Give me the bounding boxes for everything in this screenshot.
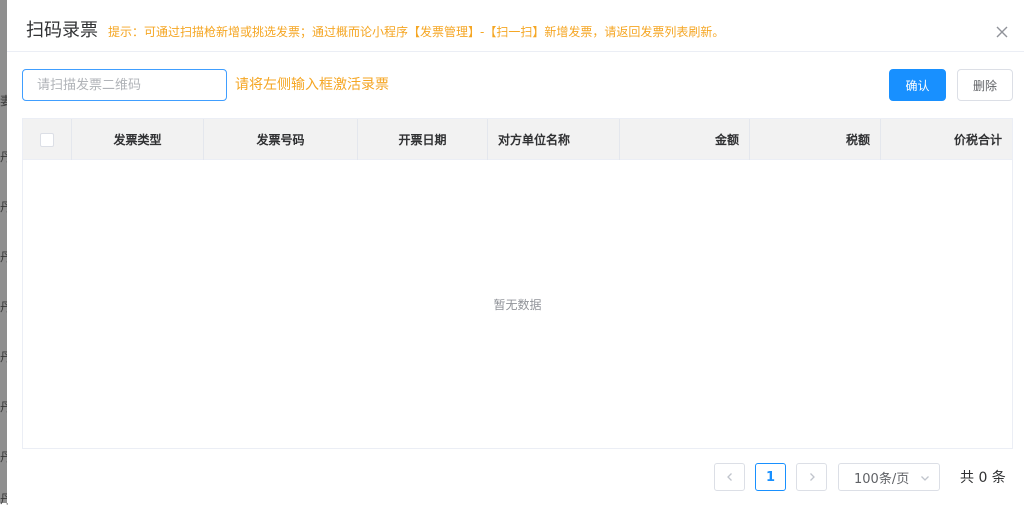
column-tax[interactable]: 税额 xyxy=(750,119,881,160)
column-total[interactable]: 价税合计 xyxy=(881,119,1012,160)
column-invoice-type[interactable]: 发票类型 xyxy=(72,119,204,160)
close-icon[interactable] xyxy=(995,24,1009,38)
dialog-tip: 提示：可通过扫描枪新增或挑选发票；通过概而论小程序【发票管理】-【扫一扫】新增发… xyxy=(108,25,725,39)
table-header: 发票类型 发票号码 开票日期 对方单位名称 金额 税额 价税合计 xyxy=(23,119,1012,160)
chevron-right-icon xyxy=(809,473,815,481)
dialog-header: 扫码录票 提示：可通过扫描枪新增或挑选发票；通过概而论小程序【发票管理】-【扫一… xyxy=(7,0,1024,52)
scan-qr-input[interactable] xyxy=(22,69,227,101)
page-size-value: 100条/页 xyxy=(854,471,910,487)
column-amount[interactable]: 金额 xyxy=(620,119,750,160)
column-invoice-number[interactable]: 发票号码 xyxy=(204,119,358,160)
dialog-title: 扫码录票 xyxy=(26,20,98,41)
invoice-table: 发票类型 发票号码 开票日期 对方单位名称 金额 税额 价税合计 暂无数据 xyxy=(22,118,1013,449)
chevron-down-icon xyxy=(921,476,929,481)
scan-invoice-dialog: 扫码录票 提示：可通过扫描枪新增或挑选发票；通过概而论小程序【发票管理】-【扫一… xyxy=(7,0,1024,503)
select-all-column xyxy=(23,119,72,160)
column-counterparty[interactable]: 对方单位名称 xyxy=(488,119,620,160)
next-page-button[interactable] xyxy=(796,463,827,491)
select-all-checkbox[interactable] xyxy=(40,132,54,147)
prev-page-button[interactable] xyxy=(714,463,745,491)
page-size-select[interactable]: 100条/页 xyxy=(838,463,940,491)
empty-state: 暂无数据 xyxy=(493,297,542,312)
confirm-button[interactable]: 确认 xyxy=(889,69,946,101)
page-number-current[interactable]: 1 xyxy=(755,463,786,491)
chevron-left-icon xyxy=(726,473,732,481)
activate-hint: 请将左侧输入框激活录票 xyxy=(235,77,389,93)
delete-button[interactable]: 删除 xyxy=(957,69,1013,101)
column-invoice-date[interactable]: 开票日期 xyxy=(358,119,488,160)
total-count: 共 0 条 xyxy=(960,470,1006,486)
